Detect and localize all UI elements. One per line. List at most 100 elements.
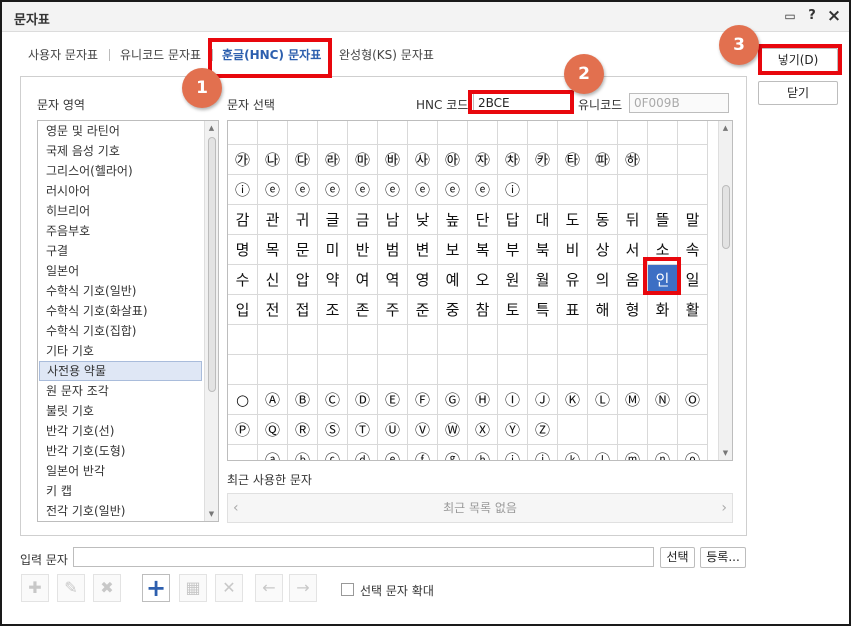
char-cell[interactable]: 변 — [408, 235, 438, 265]
char-cell[interactable] — [558, 121, 588, 145]
char-cell[interactable] — [648, 175, 678, 205]
char-cell[interactable] — [618, 121, 648, 145]
char-cell[interactable] — [678, 325, 708, 355]
char-cell[interactable] — [318, 121, 348, 145]
char-cell[interactable]: ㉮ — [228, 145, 258, 175]
char-cell[interactable]: 금 — [348, 205, 378, 235]
menu-icon[interactable]: ▭ — [781, 7, 799, 25]
char-cell[interactable]: ⓙ — [528, 445, 558, 460]
char-cell[interactable]: 목 — [258, 235, 288, 265]
char-cell[interactable]: ㉳ — [378, 145, 408, 175]
char-cell[interactable]: 속 — [678, 235, 708, 265]
char-cell[interactable]: 복 — [468, 235, 498, 265]
char-cell[interactable] — [588, 121, 618, 145]
arrow-right-icon[interactable]: → — [289, 574, 317, 602]
input-chars-field[interactable] — [73, 547, 654, 567]
char-cell[interactable]: 옴 — [618, 265, 648, 295]
char-cell[interactable]: ⓚ — [558, 445, 588, 460]
category-item[interactable]: 히브리어 — [39, 201, 202, 221]
char-cell[interactable]: 압 — [288, 265, 318, 295]
char-cell[interactable]: 예 — [438, 265, 468, 295]
char-cell[interactable] — [468, 355, 498, 385]
category-item[interactable]: 수학식 기호(일반) — [39, 281, 202, 301]
char-cell[interactable]: 토 — [498, 295, 528, 325]
char-cell[interactable]: 귀 — [288, 205, 318, 235]
char-cell[interactable]: 동 — [588, 205, 618, 235]
char-cell[interactable] — [588, 175, 618, 205]
char-cell[interactable]: 중 — [438, 295, 468, 325]
tab-ks-charmap[interactable]: 완성형(KS) 문자표 — [339, 46, 434, 63]
char-cell[interactable]: Ⓡ — [288, 415, 318, 445]
char-cell[interactable]: Ⓒ — [318, 385, 348, 415]
char-cell[interactable] — [678, 355, 708, 385]
char-cell[interactable] — [318, 355, 348, 385]
char-cell[interactable]: 대 — [528, 205, 558, 235]
category-item[interactable]: 반각 기호(도형) — [39, 441, 202, 461]
char-cell[interactable]: 서 — [618, 235, 648, 265]
char-cell[interactable]: 남 — [378, 205, 408, 235]
tab-hnc-charmap[interactable]: 훈글(HNC) 문자표 — [222, 46, 321, 63]
char-cell[interactable]: ⓔ — [468, 175, 498, 205]
char-cell[interactable]: Ⓛ — [588, 385, 618, 415]
char-cell[interactable]: ㉵ — [438, 145, 468, 175]
char-cell[interactable]: ⓕ — [408, 445, 438, 460]
char-cell[interactable]: 보 — [438, 235, 468, 265]
tab-unicode-charmap[interactable]: 유니코드 문자표 — [120, 46, 201, 63]
char-cell[interactable] — [678, 415, 708, 445]
char-cell[interactable]: Ⓣ — [348, 415, 378, 445]
category-item[interactable]: 러시아어 — [39, 181, 202, 201]
category-item[interactable]: 구결 — [39, 241, 202, 261]
char-cell[interactable]: ⓔ — [378, 445, 408, 460]
char-cell[interactable]: ⓛ — [588, 445, 618, 460]
char-cell[interactable] — [588, 325, 618, 355]
char-cell[interactable] — [468, 121, 498, 145]
select-button[interactable]: 선택 — [660, 547, 695, 568]
char-cell[interactable]: Ⓝ — [648, 385, 678, 415]
char-cell[interactable]: ⓑ — [288, 445, 318, 460]
char-cell[interactable]: ㉸ — [528, 145, 558, 175]
char-cell[interactable]: 부 — [498, 235, 528, 265]
category-item[interactable]: 기타 기호 — [39, 341, 202, 361]
char-cell[interactable]: Ⓟ — [228, 415, 258, 445]
char-cell[interactable]: 낮 — [408, 205, 438, 235]
char-cell[interactable]: 명 — [228, 235, 258, 265]
char-cell[interactable]: ⓒ — [318, 445, 348, 460]
char-cell[interactable]: 문 — [288, 235, 318, 265]
char-cell[interactable]: 여 — [348, 265, 378, 295]
char-cell[interactable]: Ⓔ — [378, 385, 408, 415]
char-cell[interactable]: 존 — [348, 295, 378, 325]
char-cell[interactable]: 준 — [408, 295, 438, 325]
char-cell[interactable]: ⓔ — [318, 175, 348, 205]
char-cell[interactable] — [348, 355, 378, 385]
char-cell[interactable]: 신 — [258, 265, 288, 295]
char-cell[interactable]: ⓜ — [618, 445, 648, 460]
char-cell[interactable] — [468, 325, 498, 355]
close-button[interactable]: 닫기 — [758, 81, 838, 105]
char-cell[interactable] — [528, 325, 558, 355]
hnc-code-field[interactable] — [473, 93, 571, 113]
category-item[interactable]: 수학식 기호(집합) — [39, 321, 202, 341]
char-cell[interactable] — [558, 355, 588, 385]
char-cell[interactable]: Ⓢ — [318, 415, 348, 445]
char-cell[interactable]: 화 — [648, 295, 678, 325]
char-cell[interactable] — [648, 121, 678, 145]
char-cell[interactable] — [588, 415, 618, 445]
char-cell[interactable] — [378, 355, 408, 385]
char-cell[interactable] — [528, 121, 558, 145]
char-cell[interactable] — [528, 175, 558, 205]
char-cell[interactable] — [648, 325, 678, 355]
category-item[interactable]: 키 캡 — [39, 481, 202, 501]
category-item[interactable]: 일본어 반각 — [39, 461, 202, 481]
char-cell[interactable]: Ⓗ — [468, 385, 498, 415]
char-cell[interactable]: ⓔ — [348, 175, 378, 205]
category-item[interactable]: 불릿 기호 — [39, 401, 202, 421]
char-cell[interactable]: ⓔ — [288, 175, 318, 205]
scroll-up-icon[interactable]: ▲ — [719, 121, 732, 135]
char-cell[interactable]: ⓞ — [678, 445, 708, 460]
char-cell[interactable]: ㉷ — [498, 145, 528, 175]
char-cell[interactable]: 형 — [618, 295, 648, 325]
enlarge-checkbox[interactable] — [341, 583, 354, 596]
char-cell[interactable]: 일 — [678, 265, 708, 295]
recent-next-icon[interactable]: › — [721, 494, 727, 522]
char-cell[interactable]: 접 — [288, 295, 318, 325]
